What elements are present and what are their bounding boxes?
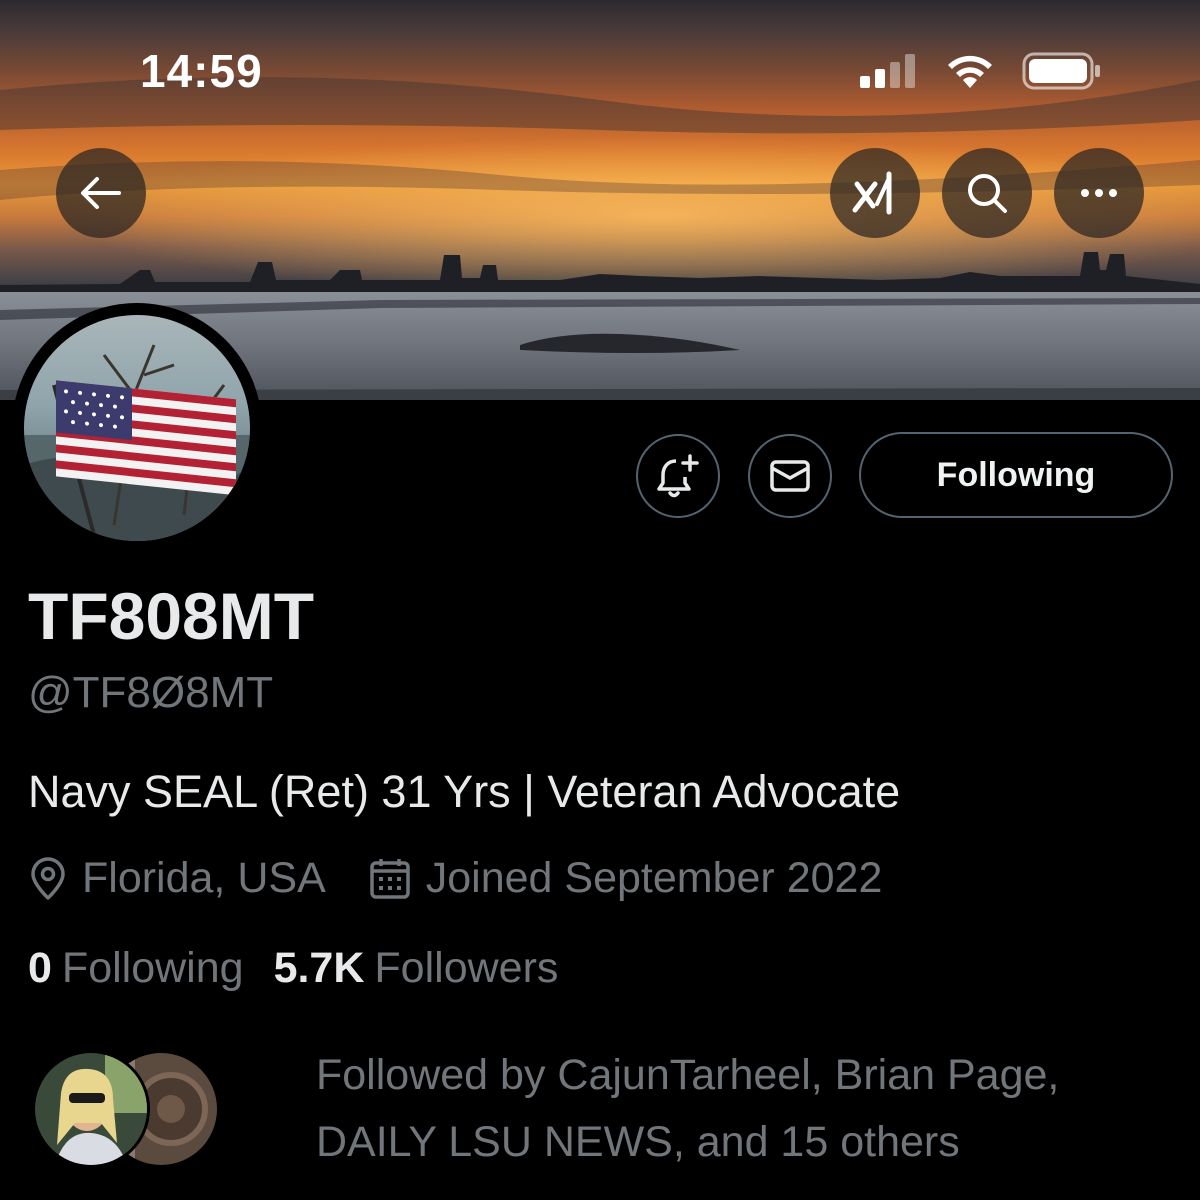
arrow-left-icon [81,177,121,209]
followers-count-link[interactable]: 5.7K Followers [274,944,559,993]
status-icons [858,52,1102,90]
follow-counts: 0 Following 5.7K Followers [28,944,558,993]
following-count: 0 [28,944,52,992]
display-name: TF808MT [28,579,315,653]
search-icon [968,174,1007,213]
notify-button[interactable] [636,434,720,518]
bell-plus-icon [657,454,699,498]
following-label: Following [61,944,244,992]
followed-by-text[interactable]: Followed by CajunTarheel, Brian Page, DA… [316,1042,1176,1176]
followed-by-avatars[interactable] [32,1050,222,1168]
calendar-icon [368,857,412,901]
more-icon [1081,189,1117,197]
battery-icon [1022,52,1100,90]
profile-meta: Florida, USA Joined September 2022 [28,854,882,903]
wifi-icon [948,55,992,88]
follower-avatar-1 [32,1050,150,1168]
join-date: Joined September 2022 [368,854,883,903]
grok-icon [852,171,892,215]
location-text: Florida, USA [82,854,326,902]
status-time: 14:59 [140,45,263,97]
grok-button[interactable] [830,148,920,238]
back-button[interactable] [56,148,146,238]
user-handle: @TF8Ø8MT [28,668,274,717]
followed-by-line-1: Followed by CajunTarheel, Brian Page, [316,1051,1060,1099]
envelope-icon [770,460,810,492]
message-button[interactable] [748,434,832,518]
search-button[interactable] [942,148,1032,238]
avatar-image [24,315,250,541]
more-button[interactable] [1054,148,1144,238]
followed-by-line-2: DAILY LSU NEWS, and 15 others [316,1118,960,1166]
join-date-text: Joined September 2022 [425,854,883,902]
profile-bio: Navy SEAL (Ret) 31 Yrs | Veteran Advocat… [28,766,901,817]
followers-count: 5.7K [273,944,365,992]
flag-photo [24,344,250,541]
profile-avatar[interactable] [12,303,262,553]
location-pin-icon [28,856,68,901]
following-button[interactable]: Following [859,432,1173,518]
following-count-link[interactable]: 0 Following [28,944,244,993]
followers-label: Followers [374,944,559,992]
signal-icon [860,54,915,88]
location: Florida, USA [28,854,326,903]
